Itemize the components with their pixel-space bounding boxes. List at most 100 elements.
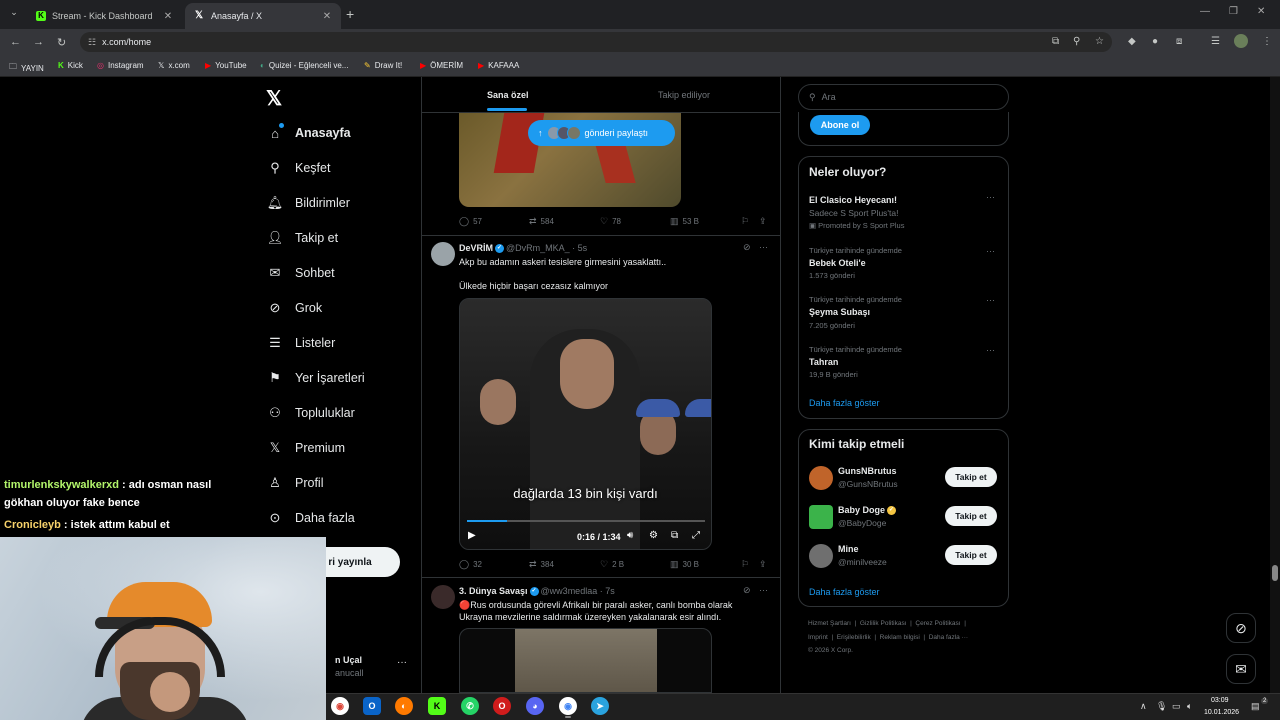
account-more-icon[interactable]: ··· [397,657,407,668]
extension-icon[interactable]: ● [1152,36,1158,47]
whatsapp-icon[interactable]: ✆ [461,697,479,715]
browser-tab-kick[interactable]: K Stream - Kick Dashboard ✕ [26,3,182,29]
repost-button[interactable]: ⇄ 384 [529,559,554,570]
nav-explore[interactable]: ⚲ Keşfet [266,157,330,179]
views-button[interactable]: ▥ 53 B [670,216,699,227]
trend-name[interactable]: Bebek Oteli'e [809,258,866,268]
fullscreen-icon[interactable]: ⤢ [692,530,700,541]
play-icon[interactable]: ▶ [468,530,476,541]
video-player[interactable] [459,298,712,550]
bookmark-star-icon[interactable]: ☆ [1095,36,1104,47]
install-icon[interactable]: ⧉ [1052,36,1059,47]
bookmark-drawit[interactable]: ✎ Draw It! [364,61,402,70]
bookmark-yayin[interactable]: 🗀 YAYIN [9,61,44,75]
follow-button[interactable]: Takip et [945,506,997,526]
avatar[interactable] [431,585,455,609]
volume-icon[interactable]: 🔊︎ [627,530,633,541]
footer-link[interactable]: Daha fazla ··· [929,634,968,641]
suggest-name[interactable]: Mine [838,544,859,554]
more-icon[interactable]: ··· [759,242,768,252]
new-posts-pill[interactable]: ↑ gönderi paylaştı [528,120,675,146]
tab-following[interactable]: Takip ediliyor [658,90,710,100]
nav-notifications[interactable]: 🔔︎ Bildirimler [266,192,350,214]
more-icon[interactable]: ··· [986,192,995,202]
x-logo-icon[interactable]: 𝕏 [266,86,282,111]
scrollbar[interactable] [1270,77,1280,697]
network-icon[interactable]: ▭ [1172,701,1181,712]
maximize-button[interactable]: ❐ [1229,6,1238,17]
avatar[interactable] [809,466,833,490]
post-author[interactable]: 3. Dünya Savaşı ✓ @ww3medlaa · 7s [459,586,615,597]
nav-bookmarks[interactable]: ⚑ Yer İşaretleri [266,367,365,389]
avatar[interactable] [431,242,455,266]
notifications-icon[interactable]: ▤ [1251,701,1260,712]
suggest-name[interactable]: GunsNBrutus [838,466,897,476]
extensions-puzzle-icon[interactable]: ⧈ [1176,36,1182,47]
share-button[interactable]: ⇪ [759,216,771,227]
views-button[interactable]: ▥ 30 B [670,559,699,570]
avatar[interactable] [809,544,833,568]
trends-show-more[interactable]: Daha fazla göster [809,398,880,408]
site-info-icon[interactable]: ☷ [88,37,96,48]
zoom-icon[interactable]: ⚲ [1073,36,1080,47]
follow-button[interactable]: Takip et [945,467,997,487]
outlook-icon[interactable]: O [363,697,381,715]
promo-title[interactable]: El Clasico Heyecanı! [809,195,897,205]
clock-date[interactable]: 10.01.2026 [1204,709,1239,716]
reply-button[interactable]: ◯ 57 [459,216,482,227]
pip-icon[interactable]: ⧉ [671,530,678,541]
nav-lists[interactable]: ☰ Listeler [266,332,335,354]
back-button[interactable]: ← [10,36,21,48]
avatar[interactable] [809,505,833,529]
reload-button[interactable]: ↻ [57,36,66,49]
bookmark-instagram[interactable]: ◎ Instagram [97,61,144,70]
speaker-icon[interactable]: 🔈︎ [1187,701,1192,712]
follow-button[interactable]: Takip et [945,545,997,565]
forward-button[interactable]: → [33,36,44,48]
footer-link[interactable]: Reklam bilgisi [880,634,920,641]
like-button[interactable]: ♡ 2 B [600,559,624,570]
window-close-button[interactable]: ✕ [1257,6,1265,17]
bookmark-x[interactable]: 𝕏x.com [158,61,190,70]
messages-fab-icon[interactable]: ✉ [1226,654,1256,684]
close-icon[interactable]: ✕ [160,11,176,22]
opera-icon[interactable]: O [493,697,511,715]
new-tab-button[interactable]: + [346,6,354,22]
discord-icon[interactable]: ◕ [526,697,544,715]
video-progress[interactable] [467,520,705,522]
bookmark-kafaaa[interactable]: ▶ KAFAAA [478,61,519,70]
account-name[interactable]: n Uçal [335,655,362,665]
settings-gear-icon[interactable]: ⚙ [649,530,658,541]
bookmark-button[interactable]: ⚐ [741,216,753,227]
account-handle[interactable]: anucall [335,668,364,678]
nav-premium[interactable]: 𝕏 Premium [266,437,345,459]
wtf-show-more[interactable]: Daha fazla göster [809,587,880,597]
bookmark-omerim[interactable]: ▶ ÖMERİM [420,61,463,70]
bookmark-youtube[interactable]: ▶ YouTube [205,61,247,70]
grok-icon[interactable]: ⊘ [743,585,751,596]
more-icon[interactable]: ··· [986,295,995,305]
suggest-name[interactable]: Baby Doge ✓ [838,505,898,516]
footer-link[interactable]: Çerez Politikası [915,620,960,627]
footer-link[interactable]: Hizmet Şartları [808,620,851,627]
tray-chevron-icon[interactable]: ∧ [1140,701,1147,712]
post-author[interactable]: DeVRİM ✓ @DvRm_MKA_ · 5s [459,243,587,254]
nav-follow[interactable]: 👤︎ Takip et [266,227,338,249]
chrome-icon[interactable]: ◉ [331,697,349,715]
tab-for-you[interactable]: Sana özel [487,90,529,100]
extension-icon[interactable]: ◆ [1128,36,1136,47]
more-icon[interactable]: ··· [986,345,995,355]
scrollbar-thumb[interactable] [1272,565,1278,581]
share-button[interactable]: ⇪ [759,559,771,570]
footer-link[interactable]: Imprint [808,634,828,641]
address-bar[interactable]: ☷ x.com/home [80,32,1112,52]
tab-search-icon[interactable]: ⌄ [6,7,22,21]
repost-button[interactable]: ⇄ 584 [529,216,554,227]
grok-fab-icon[interactable]: ⊘ [1226,613,1256,643]
post-image[interactable] [459,628,712,693]
footer-link[interactable]: Gizlilik Politikası [860,620,907,627]
footer-link[interactable]: Erişilebilirlik [837,634,871,641]
subscribe-button[interactable]: Abone ol [810,115,870,135]
profile-avatar[interactable] [1234,34,1248,48]
bookmark-button[interactable]: ⚐ [741,559,753,570]
